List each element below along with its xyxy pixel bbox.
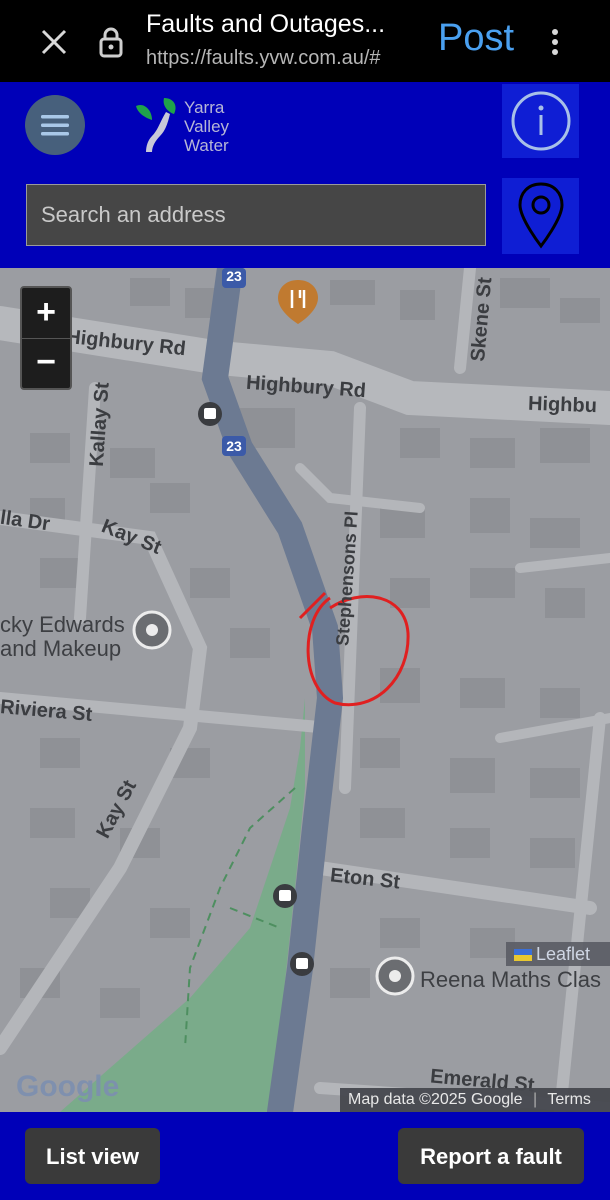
page-url[interactable]: https://faults.yvw.com.au/# bbox=[146, 47, 416, 73]
map-view[interactable]: 23 23 Highbury Rd Highbury Rd Highbu Ske… bbox=[0, 268, 610, 1112]
route-shield-23-lower: 23 bbox=[226, 438, 242, 454]
search-input[interactable] bbox=[26, 184, 486, 246]
hamburger-icon bbox=[41, 115, 69, 136]
zoom-control: + − bbox=[20, 286, 72, 390]
page-title: Faults and Outages... bbox=[146, 10, 386, 38]
logo-text: Yarra Valley Water bbox=[184, 98, 264, 155]
leaflet-attribution[interactable]: Leaflet bbox=[506, 942, 610, 966]
zoom-in-button[interactable]: + bbox=[22, 288, 70, 339]
menu-button[interactable] bbox=[25, 95, 85, 155]
info-icon bbox=[511, 91, 570, 151]
report-fault-button[interactable]: Report a fault bbox=[398, 1128, 584, 1184]
poi-label-vicky-edwards-line1: cky Edwards bbox=[0, 612, 125, 637]
attribution-divider: | bbox=[533, 1091, 538, 1108]
leaflet-attribution-text[interactable]: Leaflet bbox=[536, 944, 590, 964]
map-data-attribution: Map data ©2025 Google | Terms bbox=[340, 1088, 610, 1112]
zoom-out-button[interactable]: − bbox=[22, 338, 70, 388]
location-pin-icon bbox=[517, 182, 564, 249]
poi-label-vicky-edwards-line2: and Makeup bbox=[0, 636, 122, 661]
logo-word-yarra: Yarra bbox=[184, 98, 225, 117]
map-data-text: Map data ©2025 Google bbox=[348, 1091, 523, 1108]
terms-link[interactable]: Terms bbox=[547, 1091, 591, 1108]
close-icon[interactable] bbox=[30, 20, 78, 64]
poi-label-reena-maths: Reena Maths Clas bbox=[420, 967, 601, 992]
info-button[interactable] bbox=[502, 84, 579, 158]
restaurant-marker-icon bbox=[278, 280, 318, 324]
locate-button[interactable] bbox=[502, 178, 579, 254]
logo-icon bbox=[134, 96, 180, 154]
more-vert-icon[interactable] bbox=[540, 20, 570, 64]
ukraine-flag-icon bbox=[514, 949, 532, 962]
google-logo: Google bbox=[16, 1070, 120, 1103]
logo-word-valley: Valley bbox=[184, 117, 230, 136]
list-view-button[interactable]: List view bbox=[25, 1128, 160, 1184]
logo-word-water: Water bbox=[184, 136, 229, 155]
lock-icon bbox=[94, 22, 128, 62]
post-button[interactable]: Post bbox=[430, 12, 522, 64]
route-shield-23-top: 23 bbox=[226, 268, 242, 284]
street-label-highbury-rd-right: Highbu bbox=[527, 392, 598, 418]
